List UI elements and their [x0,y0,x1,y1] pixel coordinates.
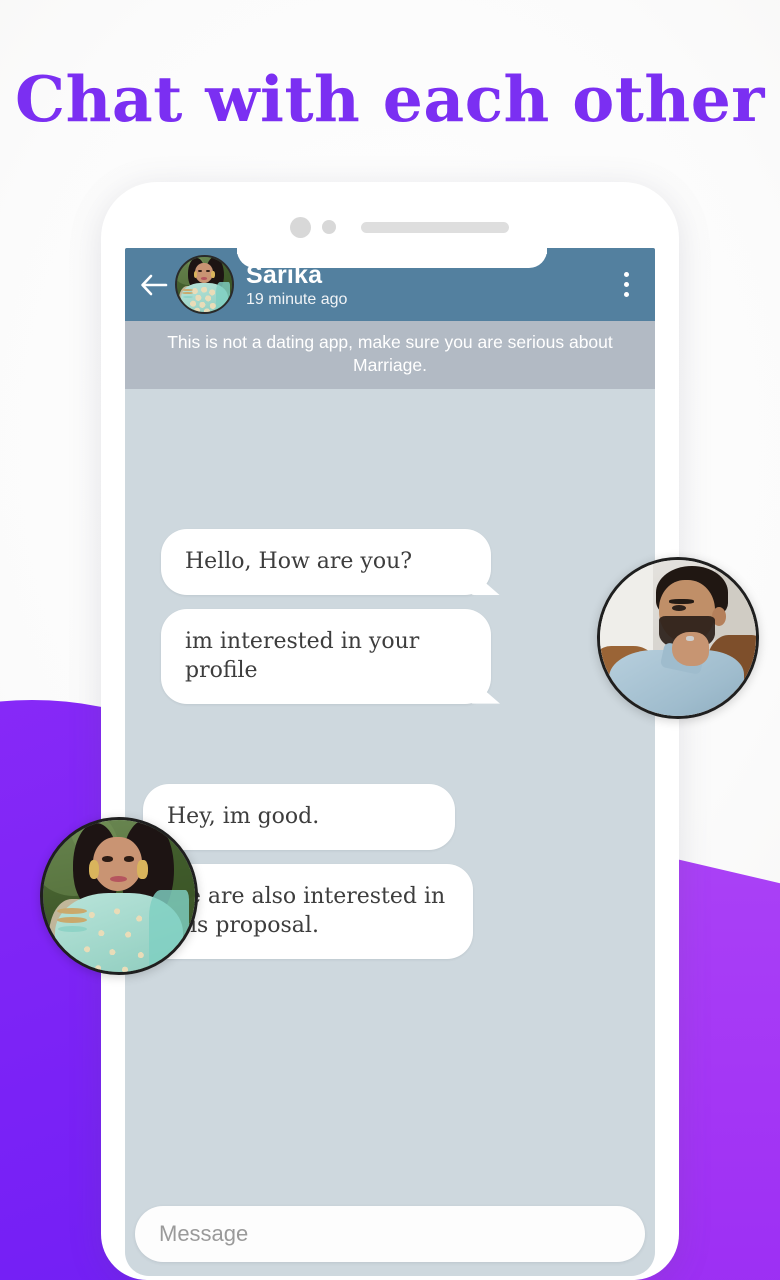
outgoing-message-group: Hey, im good. We are also interested in … [125,784,655,959]
message-composer: Message [125,1206,655,1276]
message-bubble-incoming: Hello, How are you? [161,529,491,596]
phone-screen: Sarika 19 minute ago This is not a datin… [125,248,655,1276]
speaker-grille-icon [361,221,509,233]
header-avatar[interactable] [175,255,234,314]
phone-mockup: Sarika 19 minute ago This is not a datin… [101,182,679,1280]
message-list: Hello, How are you? im interested in you… [125,389,655,1149]
disclaimer-banner: This is not a dating app, make sure you … [125,321,655,390]
message-row: We are also interested in this proposal. [143,864,637,959]
phone-notch [237,248,547,268]
page-title: Chat with each other [14,62,765,136]
avatar-incoming-user[interactable] [597,557,759,719]
incoming-message-group: Hello, How are you? im interested in you… [125,529,655,704]
arrow-left-icon[interactable] [137,268,171,302]
camera-sensor-icon [322,220,336,234]
camera-lens-icon [290,216,311,238]
message-input[interactable]: Message [135,1206,645,1262]
message-row: im interested in your profile [143,609,637,704]
avatar-outgoing-user[interactable] [40,817,198,975]
message-row: Hey, im good. [143,784,637,851]
message-bubble-incoming: im interested in your profile [161,609,491,704]
message-row: Hello, How are you? [143,529,637,596]
chat-header: Sarika 19 minute ago [125,248,655,321]
message-input-placeholder: Message [159,1221,249,1246]
phone-top-hardware [125,206,655,248]
contact-last-seen: 19 minute ago [246,290,348,308]
more-vertical-icon[interactable] [613,268,639,302]
